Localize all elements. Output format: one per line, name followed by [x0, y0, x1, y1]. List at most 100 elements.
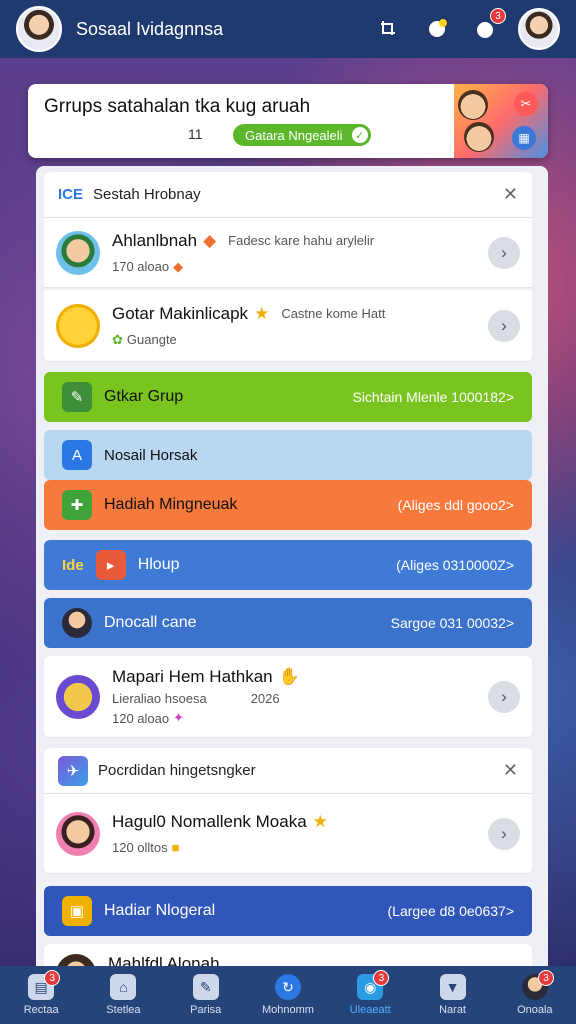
group-button[interactable]: Ide ▸ Hloup (Aliges 0310000Z> — [44, 540, 532, 590]
regional-gift-button[interactable]: ▣ Hadiar Nlogeral (Largee d8 0e0637> — [44, 886, 532, 936]
social-hub-item[interactable]: A Nosail Horsak — [44, 430, 532, 480]
banner-pill-label: Gatara Nngealeli — [245, 127, 343, 143]
close-icon[interactable]: ✕ — [503, 760, 518, 781]
gift-icon: ◆ — [203, 230, 217, 250]
banner-title: Grrups satahalan tka kug aruah — [44, 96, 311, 117]
chevron-right-icon[interactable]: › — [488, 309, 520, 342]
chevron-right-icon[interactable]: › — [488, 817, 520, 850]
app-title: Sosaal Ividagnnsa — [76, 18, 224, 39]
nav-label: Parisa — [190, 1004, 222, 1016]
avatar — [56, 811, 100, 856]
call-button[interactable]: Dnocall cane Sargoe 031 00032> — [44, 598, 532, 648]
ide-icon: Ide — [62, 556, 84, 574]
bar-right-text: (Aliges 0310000Z> — [396, 557, 514, 573]
profile-avatar[interactable] — [518, 8, 560, 50]
item-name: Hagul0 Nomallenk Moaka — [112, 812, 307, 831]
bar-label: Hadiar Nlogeral — [104, 902, 216, 919]
list-item[interactable]: Mahlfdl Alonah — [44, 944, 532, 966]
bar-right-text: Sargoe 031 00032> — [390, 615, 514, 631]
notification-badge: 3 — [490, 8, 506, 24]
nav-item-home[interactable]: ⌂ Stetlea — [82, 966, 164, 1024]
tag-icon: ▸ — [95, 550, 126, 580]
nav-badge: 3 — [373, 970, 390, 986]
bottom-nav: ▤ Rectaa 3 ⌂ Stetlea ✎ Parisa ↻ Mohnomm … — [0, 966, 576, 1024]
nav-item-messages[interactable]: ◉ Uleaeatt 3 — [329, 966, 411, 1024]
user-avatar[interactable] — [16, 6, 62, 52]
main-panel: ICE Sestah Hrobnay ✕ Ahlanlbnah ◆ Fadesc k… — [36, 166, 548, 966]
banner-illustration: ✂ ▦ — [454, 84, 548, 158]
note-icon: ✎ — [192, 974, 219, 1000]
bar-right-text: Sichtain Mlenle 1000182> — [352, 389, 514, 405]
bar-label: Dnocall cane — [104, 614, 197, 631]
notification-icon[interactable]: 3 — [470, 8, 506, 44]
refresh-icon: ↻ — [274, 974, 301, 1000]
gift-icon: ✚ — [62, 490, 92, 520]
section-header: ✈ Pocrdidan hingetsngker ✕ — [44, 748, 532, 794]
groups-banner[interactable]: Grrups satahalan tka kug aruah 11 Gatara… — [28, 84, 548, 158]
nav-label: Uleaeatt — [349, 1004, 391, 1016]
nav-label: Stetlea — [106, 1004, 141, 1016]
ice-icon: ICE — [58, 186, 84, 203]
avatar — [62, 608, 92, 638]
nav-item-recent[interactable]: ▤ Rectaa 3 — [0, 966, 82, 1024]
avatar — [56, 230, 100, 275]
sparkle-icon: ✦ — [173, 710, 185, 725]
nav-label: Narat — [439, 1004, 466, 1016]
bar-label: Hloup — [137, 556, 180, 573]
nav-label: Onoala — [517, 1004, 553, 1016]
check-icon: ✓ — [351, 127, 368, 143]
star-icon: ★ — [312, 812, 328, 831]
nav-item-main[interactable]: ↻ Mohnomm — [247, 966, 329, 1024]
item-subtitle: Fadesc kare hahu arylelir — [228, 233, 375, 248]
item-meta: Guangte — [126, 332, 177, 347]
create-group-button[interactable]: ✎ Gtkar Grup Sichtain Mlenle 1000182> — [44, 372, 532, 422]
nav-item-profile[interactable]: Onoala 3 — [494, 966, 576, 1024]
list-item[interactable]: Gotar Makinlicapk ★ Castne kome Hatt ✿ Guan… — [44, 290, 532, 362]
section-header: ICE Sestah Hrobnay ✕ — [44, 172, 532, 218]
banner-pill[interactable]: Gatara Nngealeli ✓ — [233, 124, 371, 146]
bar-label: Nosail Horsak — [104, 446, 198, 464]
map-icon: ▦ — [512, 126, 536, 150]
crop-icon[interactable] — [374, 14, 404, 44]
tools-icon: ✂ — [514, 92, 538, 116]
edit-icon: ✎ — [62, 382, 92, 412]
item-name: Ahlanlbnah — [112, 230, 198, 250]
chevron-right-icon[interactable]: › — [488, 236, 520, 269]
item-year: 2026 — [250, 691, 280, 706]
item-meta: 170 aloao — [112, 259, 170, 274]
item-meta: 120 olltos — [112, 840, 168, 855]
bar-right-text: (Aliges ddl gooo2> — [397, 497, 514, 513]
banner-count: 11 — [188, 126, 203, 142]
section-title: Pocrdidan hingetsngker — [98, 762, 256, 779]
list-item[interactable]: Hagul0 Nomallenk Moaka ★ 120 olltos ■ › — [44, 794, 532, 874]
coin-icon: ■ — [171, 840, 180, 855]
nav-badge: 3 — [44, 970, 61, 986]
shop-icon: ▼ — [439, 974, 466, 1000]
list-item[interactable]: Ahlanlbnah ◆ Fadesc kare hahu arylelir 170… — [44, 218, 532, 288]
nav-label: Rectaa — [23, 1004, 59, 1016]
item-name: Mahlfdl Alonah — [108, 954, 220, 966]
gift-icon: ▣ — [62, 896, 92, 926]
toy-icon: ✈ — [58, 755, 88, 786]
chat-icon[interactable] — [422, 14, 452, 44]
leaf-icon: ✿ — [112, 331, 123, 347]
map-icon — [56, 674, 100, 719]
nav-label: Mohnomm — [262, 1004, 314, 1016]
hand-icon: ✋ — [278, 667, 300, 686]
bar-right-text: (Largee d8 0e0637> — [387, 903, 515, 919]
item-name: Gotar Makinlicapk — [112, 303, 249, 323]
chevron-right-icon[interactable]: › — [488, 680, 520, 713]
star-icon: ★ — [254, 303, 270, 323]
trophy-icon — [56, 303, 100, 348]
list-item[interactable]: Mapari Hem Hathkan ✋ Lieraliao hsoesa 2026… — [44, 656, 532, 738]
nav-item-shop[interactable]: ▼ Narat — [411, 966, 493, 1024]
avatar — [56, 954, 96, 966]
home-icon: ⌂ — [110, 974, 137, 1000]
badge-icon: ◆ — [173, 258, 184, 274]
bar-label: Hadiah Mingneuak — [104, 496, 238, 513]
close-icon[interactable]: ✕ — [503, 184, 518, 205]
weekly-gift-button[interactable]: ✚ Hadiah Mingneuak (Aliges ddl gooo2> — [44, 480, 532, 530]
nav-item-party[interactable]: ✎ Parisa — [165, 966, 247, 1024]
nav-badge: 3 — [537, 970, 554, 986]
app-icon: A — [62, 440, 92, 470]
